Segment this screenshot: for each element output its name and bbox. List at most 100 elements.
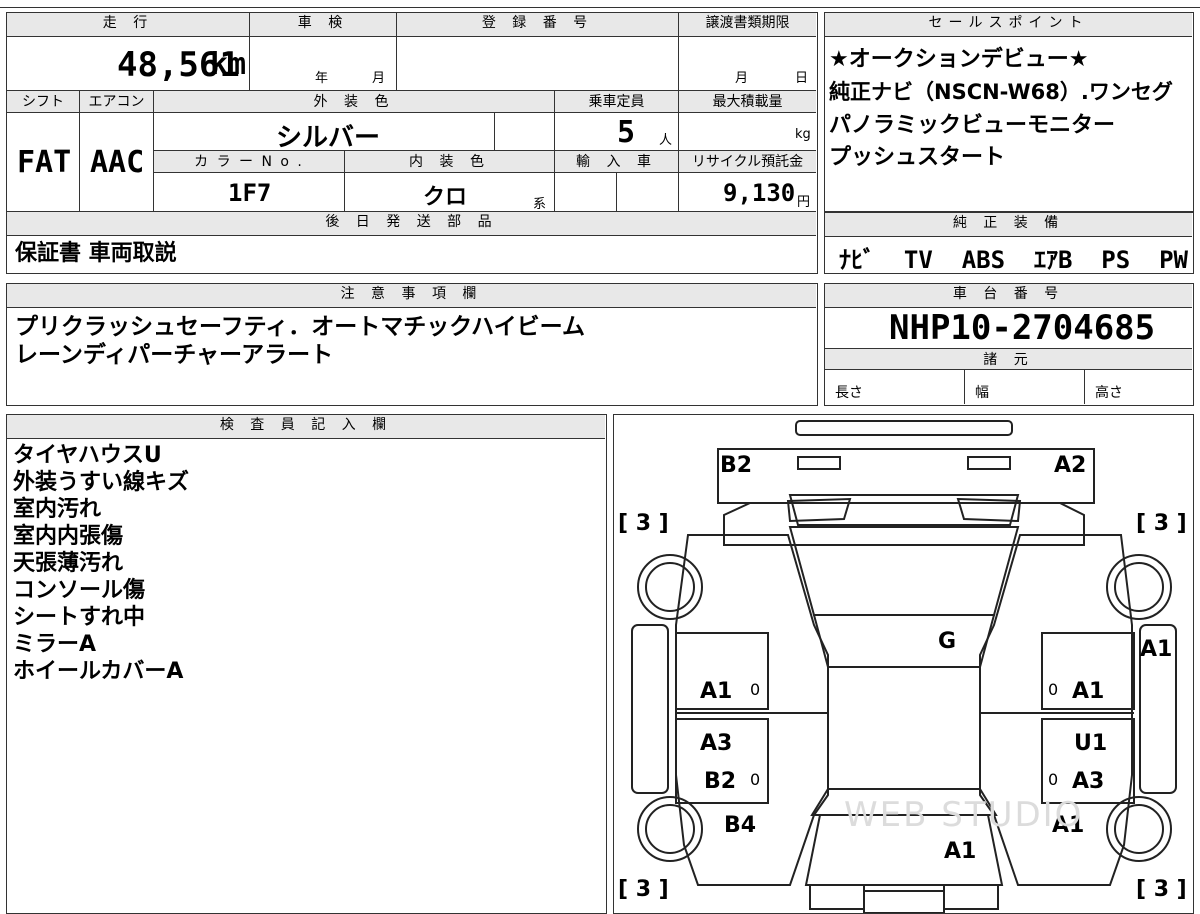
recycle-unit: 円: [797, 195, 811, 210]
inspector-line-1: タイヤハウスU: [13, 443, 162, 468]
interior-value: クロ: [423, 185, 468, 210]
transfer-day: 日: [795, 71, 809, 86]
sill-left: [631, 624, 669, 794]
interior-header: 内 装 色: [345, 151, 555, 173]
later-parts-value: 保証書 車両取説: [15, 241, 177, 266]
headlight-left: [797, 456, 841, 470]
spec-header: 諸 元: [825, 348, 1192, 370]
inspector-line-2: 外装うすい線キズ: [13, 470, 190, 495]
exterior-header: 外 装 色: [154, 91, 555, 113]
shaken-header: 車 検: [250, 13, 397, 37]
wheel-front-right-inner: [1114, 562, 1164, 612]
recycle-value: 9,130: [723, 179, 796, 207]
mark-zero-rr: 0: [1048, 770, 1059, 789]
registration-header: 登 録 番 号: [397, 13, 679, 37]
inspector-line-8: ミラーA: [13, 632, 97, 657]
chassis-header: 車 台 番 号: [825, 284, 1192, 308]
mark-u1-right: U1: [1074, 731, 1108, 756]
shaken-month: 月: [372, 71, 386, 86]
mark-a3-rear-right-door: A3: [1072, 769, 1105, 794]
mark-b2-rear-left-door: B2: [704, 769, 737, 794]
sales-points-box: セールスポイント ★オークションデビュー★ 純正ナビ（NSCN-W68）.ワンセ…: [824, 12, 1194, 212]
mark-a1-right-side: A1: [1140, 637, 1173, 662]
top-edge-strip: [0, 0, 1200, 8]
headlight-right: [967, 456, 1011, 470]
mark-zero-rl: 0: [750, 770, 761, 789]
sales-points-header: セールスポイント: [825, 13, 1192, 37]
color-no-header: カ ラ ー N o .: [154, 151, 345, 173]
mark-a1-front-right-door: A1: [1072, 679, 1105, 704]
wheel-rear-right-inner: [1114, 804, 1164, 854]
wheel-rear-left: [637, 796, 703, 862]
shaken-year: 年: [315, 71, 329, 86]
spec-width-label: 幅: [975, 385, 989, 401]
maxload-header: 最大積載量: [679, 91, 816, 113]
mark-a2-front-right: A2: [1054, 453, 1087, 478]
shift-cell: FAT: [7, 113, 80, 212]
spec-length-cell: 長さ: [825, 370, 965, 404]
interior-cell: クロ 系: [345, 173, 555, 212]
notes-line-2: レーンディパーチャーアラート: [15, 342, 334, 368]
shift-value: FAT: [17, 145, 72, 180]
spec-height-cell: 高さ: [1085, 370, 1192, 404]
tire-front-left: [ 3 ]: [618, 511, 669, 536]
recycle-header: リサイクル預託金: [679, 151, 816, 173]
wheel-front-left-inner: [645, 562, 695, 612]
tire-rear-left: [ 3 ]: [618, 877, 669, 902]
shift-header: シフト: [7, 91, 80, 113]
notes-box: 注 意 事 項 欄 プリクラッシュセーフティ．オートマチックハイビーム レーンデ…: [6, 283, 818, 406]
mark-a1-front-left-door: A1: [700, 679, 733, 704]
rear-bumper-left: [809, 884, 865, 910]
registration-cell: [397, 37, 679, 91]
sales-line-2: 純正ナビ（NSCN-W68）.ワンセグ: [829, 80, 1173, 104]
mark-g-windshield: G: [938, 629, 957, 654]
wheel-front-right: [1106, 554, 1172, 620]
chassis-value: NHP10-2704685: [889, 308, 1156, 348]
exterior-extra-cell: [495, 113, 555, 151]
exterior-cell: シルバー: [154, 113, 495, 153]
inspector-line-9: ホイールカバーA: [13, 659, 184, 684]
capacity-header: 乗車定員: [555, 91, 679, 113]
rear-bumper-right: [943, 884, 999, 910]
later-parts-header: 後 日 発 送 部 品: [7, 212, 816, 236]
transfer-month: 月: [735, 71, 749, 86]
mark-a1-rear: A1: [944, 839, 977, 864]
spec-width-cell: 幅: [965, 370, 1085, 404]
capacity-cell: 5 人: [555, 113, 679, 151]
aircon-cell: AAC: [80, 113, 154, 212]
wheel-rear-right: [1106, 796, 1172, 862]
aircon-value: AAC: [90, 145, 145, 180]
equipment-box: 純 正 装 備 ﾅﾋﾞ TV ABS ｴｱB PS PW: [824, 212, 1194, 274]
mark-a3-left: A3: [700, 731, 733, 756]
transfer-cell: 月 日: [679, 37, 816, 91]
watermark: WEB STUDIO: [844, 795, 1084, 835]
maxload-unit: kg: [795, 127, 811, 142]
exterior-value: シルバー: [276, 123, 381, 153]
aircon-header: エアコン: [80, 91, 154, 113]
windshield: [788, 526, 1020, 616]
equipment-value: ﾅﾋﾞ TV ABS ｴｱB PS PW: [839, 246, 1188, 274]
sales-line-1: ★オークションデビュー★: [829, 47, 1089, 72]
maxload-cell: kg: [679, 113, 816, 151]
tire-rear-right: [ 3 ]: [1136, 877, 1187, 902]
transfer-deadline-header: 譲渡書類期限: [679, 13, 816, 37]
damage-diagram-box: B2 A2 G A1 A1 0 A1 0 A3 U1 B2 0 A3 0 B4 …: [613, 414, 1194, 914]
mileage-header: 走 行: [7, 13, 250, 37]
notes-header: 注 意 事 項 欄: [7, 284, 816, 308]
sales-line-4: プッシュスタート: [829, 145, 1006, 170]
sales-line-3: パノラミックビューモニター: [829, 113, 1116, 138]
inspector-header: 検 査 員 記 入 欄: [7, 415, 605, 439]
import-cell-2: [617, 173, 679, 212]
car-diagram: [631, 420, 1177, 913]
inspector-line-7: シートすれ中: [13, 605, 146, 630]
import-cell-1: [555, 173, 617, 212]
roof-panel: [827, 666, 981, 790]
capacity-unit: 人: [659, 133, 673, 148]
spec-height-label: 高さ: [1095, 385, 1123, 401]
recycle-cell: 9,130 円: [679, 173, 816, 212]
vehicle-info-table: 走 行 車 検 登 録 番 号 譲渡書類期限 48,561 km 年 月 月 日…: [6, 12, 818, 274]
inspector-line-6: コンソール傷: [13, 578, 146, 603]
equipment-header: 純 正 装 備: [825, 213, 1192, 237]
inspector-line-5: 天張薄汚れ: [13, 551, 124, 576]
shaken-cell: 年 月: [250, 37, 397, 91]
